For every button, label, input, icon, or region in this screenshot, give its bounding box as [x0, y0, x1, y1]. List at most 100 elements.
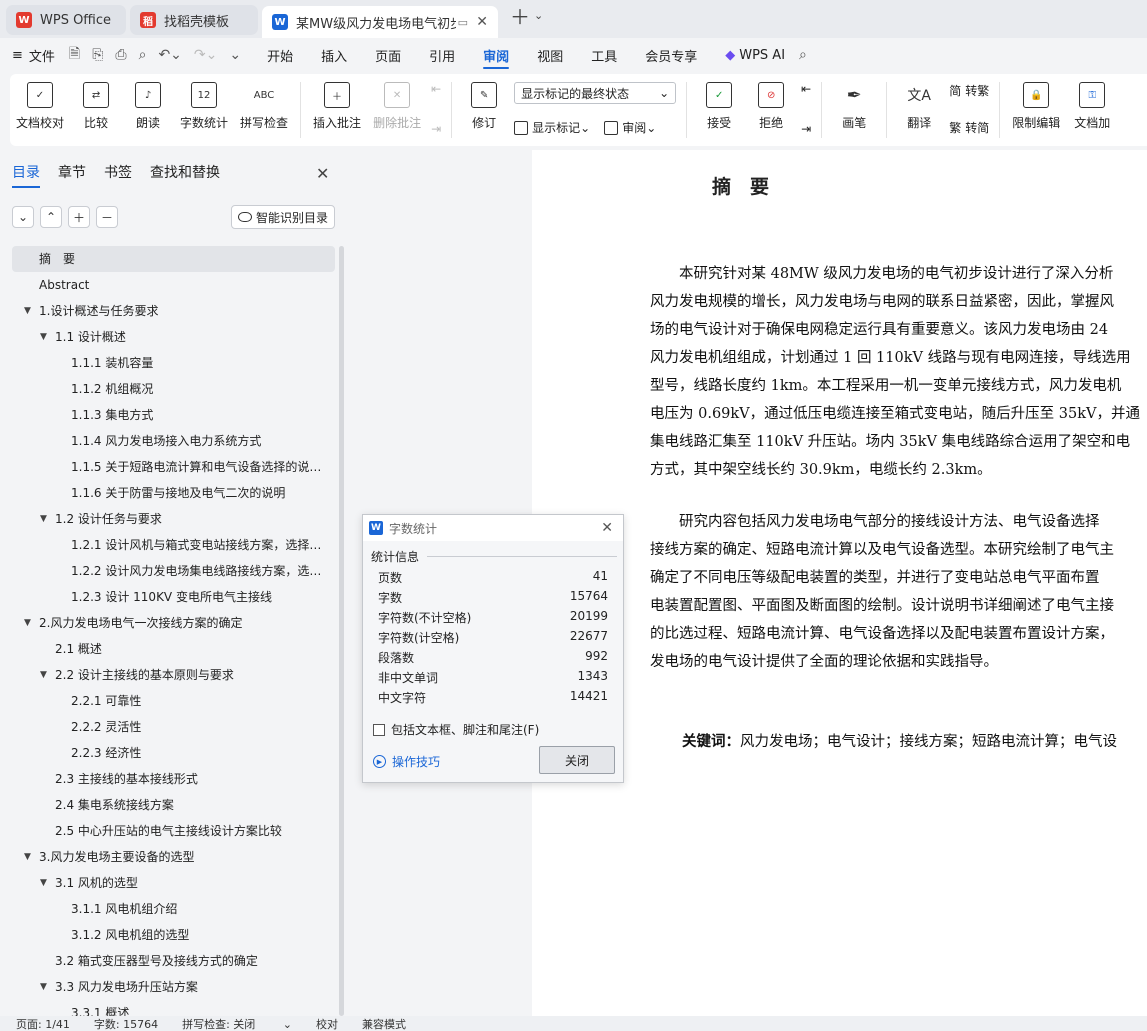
toc-item[interactable]: 2.3 主接线的基本接线形式 [12, 766, 335, 792]
file-menu[interactable]: ≡ 文件 [12, 46, 55, 65]
tips-link[interactable]: ▶ 操作技巧 [373, 753, 440, 770]
checkbox-box[interactable] [373, 723, 385, 736]
toc-item[interactable]: ▼ 1.2 设计任务与要求 [12, 506, 335, 532]
to-simplified-button[interactable]: 繁转简 [949, 119, 989, 136]
toc-item[interactable]: ▼ 3.风力发电场主要设备的选型 [12, 844, 335, 870]
word-count-button[interactable]: 12 字数统计 [180, 82, 228, 131]
export-icon[interactable]: ⎘ [92, 47, 103, 63]
close-icon[interactable]: ✕ [601, 520, 613, 536]
nav-tab-sections[interactable]: 章节 [58, 162, 86, 188]
toc-item[interactable]: 2.2.2 灵活性 [12, 714, 335, 740]
toc-item[interactable]: 3.1.1 风电机组介绍 [12, 896, 335, 922]
add-heading-button[interactable]: ＋ [68, 206, 90, 228]
toc-item[interactable]: 2.5 中心升压站的电气主接线设计方案比较 [12, 818, 335, 844]
toc-item[interactable]: ▼ 1.设计概述与任务要求 [12, 298, 335, 324]
accept-button[interactable]: ✓ 接受 [699, 82, 739, 131]
nav-tab-bookmarks[interactable]: 书签 [104, 162, 132, 188]
toc-item[interactable]: 2.2.3 经济性 [12, 740, 335, 766]
to-traditional-button[interactable]: 简转繁 [949, 82, 989, 99]
toc-item[interactable]: 1.1.3 集电方式 [12, 402, 335, 428]
toc-item[interactable]: 1.2.1 设计风机与箱式变电站接线方案，选择… [12, 532, 335, 558]
review-pane-button[interactable]: 审阅 ⌄ [604, 119, 656, 136]
document-page[interactable]: 摘 要 本研究针对某 48MW 级风力发电场的电气初步设计进行了深入分析 风力发电… [532, 150, 1147, 1016]
undo-icon[interactable]: ↶⌄ [158, 47, 181, 63]
toc-scrollbar[interactable] [339, 246, 344, 1016]
doc-encrypt-button[interactable]: ⚿ 文档加 [1072, 82, 1112, 131]
print-icon[interactable]: ⎙ [115, 47, 126, 63]
search-icon[interactable]: ⌕ [799, 47, 807, 63]
close-button[interactable]: 关闭 [539, 746, 615, 774]
pen-button[interactable]: ✒ 画笔 [834, 82, 874, 131]
toc-item[interactable]: 1.1.2 机组概况 [12, 376, 335, 402]
close-icon[interactable]: ✕ [316, 164, 329, 183]
nav-tab-toc[interactable]: 目录 [12, 162, 40, 188]
expand-arrow-icon[interactable]: ▼ [24, 844, 31, 870]
tab-references[interactable]: 引用 [429, 38, 455, 72]
redo-icon[interactable]: ↷⌄ [194, 47, 217, 63]
nav-tab-find-replace[interactable]: 查找和替换 [150, 162, 220, 188]
tab-home[interactable]: 开始 [267, 38, 293, 72]
toc-item[interactable]: ▼ 3.1 风机的选型 [12, 870, 335, 896]
markup-dropdown[interactable]: 显示标记的最终状态 ⌄ [514, 82, 677, 104]
toc-item[interactable]: ▼ 3.3 风力发电场升压站方案 [12, 974, 335, 1000]
toc-item[interactable]: ▼ 1.1 设计概述 [12, 324, 335, 350]
remove-heading-button[interactable]: － [96, 206, 118, 228]
revise-button[interactable]: ✎ 修订 [464, 82, 504, 131]
doc-check-button[interactable]: ✓ 文档校对 [16, 82, 64, 131]
toc-item[interactable]: 1.1.4 风力发电场接入电力系统方式 [12, 428, 335, 454]
expand-arrow-icon[interactable]: ▼ [24, 298, 31, 324]
tab-wps-office[interactable]: W WPS Office [6, 5, 126, 35]
next-change-button[interactable]: ⇥ [801, 122, 811, 136]
tab-member[interactable]: 会员专享 [645, 38, 697, 72]
prev-change-button[interactable]: ⇤ [801, 82, 811, 96]
expand-arrow-icon[interactable]: ▼ [24, 610, 31, 636]
toc-item[interactable]: 2.2.1 可靠性 [12, 688, 335, 714]
expand-down-button[interactable]: ⌄ [12, 206, 34, 228]
tab-review[interactable]: 审阅 [483, 38, 510, 72]
show-markup-button[interactable]: 显示标记 ⌄ [514, 119, 590, 136]
toc-item[interactable]: 2.4 集电系统接线方案 [12, 792, 335, 818]
tab-insert[interactable]: 插入 [321, 38, 347, 72]
page-indicator[interactable]: 页面: 1/41 [16, 1016, 70, 1031]
word-count-indicator[interactable]: 字数: 15764 [94, 1016, 158, 1031]
toc-item[interactable]: 1.2.2 设计风力发电场集电线路接线方案，选… [12, 558, 335, 584]
toc-item[interactable]: 1.2.3 设计 110KV 变电所电气主接线 [12, 584, 335, 610]
include-textbox-checkbox[interactable]: 包括文本框、脚注和尾注(F) [373, 721, 539, 738]
toc-item[interactable]: 2.1 概述 [12, 636, 335, 662]
toc-item[interactable]: 摘 要 [12, 246, 335, 272]
reject-button[interactable]: ⊘ 拒绝 [751, 82, 791, 131]
tab-document[interactable]: W 某MW级风力发电场电气初步 ▭ ✕ [262, 6, 498, 38]
tab-view[interactable]: 视图 [537, 38, 563, 72]
expand-arrow-icon[interactable]: ▼ [40, 506, 47, 532]
save-icon[interactable]: 🗎 [69, 43, 80, 67]
translate-button[interactable]: 文A 翻译 [899, 82, 939, 131]
expand-arrow-icon[interactable]: ▼ [40, 974, 47, 1000]
toc-item[interactable]: 3.1.2 风电机组的选型 [12, 922, 335, 948]
restrict-edit-button[interactable]: 🔒 限制编辑 [1012, 82, 1060, 131]
compare-button[interactable]: ⇄ 比较 [76, 82, 116, 131]
toc-item[interactable]: 1.1.5 关于短路电流计算和电气设备选择的说… [12, 454, 335, 480]
tab-docer-templates[interactable]: 稻 找稻壳模板 [130, 5, 258, 35]
insert-comment-button[interactable]: ＋ 插入批注 [313, 82, 361, 131]
toc-item[interactable]: 1.1.6 关于防雷与接地及电气二次的说明 [12, 480, 335, 506]
prev-comment-button[interactable]: ⇤ [431, 82, 441, 96]
read-aloud-button[interactable]: ♪ 朗读 [128, 82, 168, 131]
tab-page[interactable]: 页面 [375, 38, 401, 72]
expand-arrow-icon[interactable]: ▼ [40, 870, 47, 896]
toc-item[interactable]: Abstract [12, 272, 335, 298]
next-comment-button[interactable]: ⇥ [431, 122, 441, 136]
smart-toc-button[interactable]: 智能识别目录 [231, 205, 335, 229]
proof-indicator[interactable]: 校对 [316, 1016, 338, 1031]
customize-icon[interactable]: ⌄ [229, 47, 241, 63]
spell-check-button[interactable]: ABC 拼写检查 [240, 82, 288, 131]
close-icon[interactable]: ✕ [476, 14, 488, 30]
monitor-icon[interactable]: ▭ [458, 16, 468, 29]
toc-item[interactable]: 1.1.1 装机容量 [12, 350, 335, 376]
delete-comment-button[interactable]: ✕ 删除批注 [373, 82, 421, 131]
tab-tools[interactable]: 工具 [591, 38, 617, 72]
expand-arrow-icon[interactable]: ▼ [40, 662, 47, 688]
new-tab-button[interactable]: ＋ ⌄ [510, 1, 543, 30]
collapse-up-button[interactable]: ⌃ [40, 206, 62, 228]
print-preview-icon[interactable]: ⌕ [139, 47, 147, 63]
toc-item[interactable]: ▼ 2.2 设计主接线的基本原则与要求 [12, 662, 335, 688]
